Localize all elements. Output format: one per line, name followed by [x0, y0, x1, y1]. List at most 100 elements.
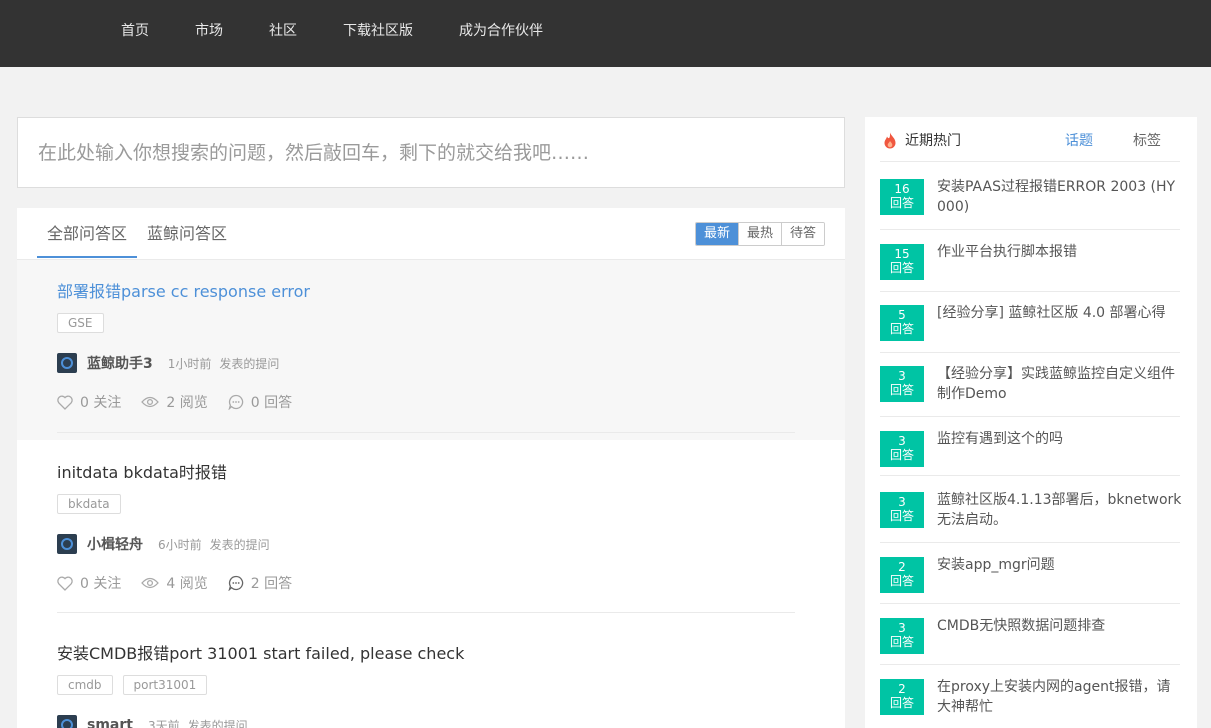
- hot-topics-label: 近期热门: [905, 133, 961, 149]
- avatar[interactable]: [57, 353, 77, 373]
- follow-count: 0 关注: [80, 395, 122, 411]
- nav-item-home[interactable]: 首页: [98, 0, 172, 62]
- heart-icon: [57, 576, 73, 591]
- question-tag[interactable]: port31001: [122, 675, 208, 695]
- tab-bluking-questions[interactable]: 蓝鲸问答区: [137, 208, 237, 260]
- view-count: 4 阅览: [166, 576, 208, 592]
- question-divider: [57, 612, 795, 613]
- hot-topic-link[interactable]: 监控有遇到这个的吗: [937, 429, 1182, 449]
- view-stat[interactable]: 4 阅览: [141, 573, 208, 593]
- view-stat[interactable]: 2 阅览: [141, 392, 208, 412]
- hot-topic-link[interactable]: [经验分享] 蓝鲸社区版 4.0 部署心得: [937, 303, 1182, 323]
- question-divider: [57, 432, 795, 433]
- badge-label: 回答: [889, 261, 914, 275]
- tab-tags[interactable]: 标签: [1133, 130, 1161, 150]
- hot-topics-title: 近期热门: [883, 130, 961, 150]
- badge-count: 15: [894, 247, 910, 261]
- badge-label: 回答: [889, 448, 914, 462]
- answer-count-badge[interactable]: 15 回答: [880, 244, 924, 280]
- search-box: [17, 117, 845, 188]
- question-item: 部署报错parse cc response error GSE 蓝鲸助手3 1小…: [17, 260, 845, 440]
- question-title[interactable]: 安装CMDB报错port 31001 start failed, please …: [57, 640, 464, 664]
- fire-icon: [884, 132, 896, 148]
- post-action: 发表的提问: [209, 537, 270, 552]
- tab-all-questions[interactable]: 全部问答区: [37, 208, 138, 258]
- hot-topics-panel: 近期热门 话题 标签 16 回答 安装PAAS过程报错ERROR 2003 (HY…: [865, 117, 1197, 728]
- question-stats: 0 关注 4 阅览 2 回答: [57, 573, 312, 593]
- sort-hottest-button[interactable]: 最热: [737, 223, 781, 245]
- heart-icon: [57, 395, 73, 410]
- tab-topics[interactable]: 话题: [1065, 130, 1093, 150]
- nav-item-community[interactable]: 社区: [246, 0, 320, 62]
- hot-topic-link[interactable]: CMDB无快照数据问题排查: [937, 616, 1182, 636]
- answer-count-badge[interactable]: 3 回答: [880, 618, 924, 654]
- nav-item-partner[interactable]: 成为合作伙伴: [436, 0, 566, 62]
- badge-label: 回答: [889, 383, 914, 397]
- answer-stat[interactable]: 2 回答: [228, 573, 292, 593]
- category-tabs: 全部问答区 蓝鲸问答区: [37, 208, 237, 260]
- sort-button-group: 最新 最热 待答: [694, 222, 825, 246]
- question-tag[interactable]: bkdata: [57, 494, 121, 514]
- post-time: 6小时前: [158, 537, 202, 552]
- answer-count-badge[interactable]: 3 回答: [880, 431, 924, 467]
- badge-count: 3: [898, 434, 906, 448]
- follow-stat[interactable]: 0 关注: [57, 573, 121, 593]
- answer-count-badge[interactable]: 2 回答: [880, 679, 924, 715]
- hot-topics-header: 近期热门 话题 标签: [880, 117, 1180, 162]
- top-navbar: 首页 市场 社区 下载社区版 成为合作伙伴: [0, 0, 1211, 67]
- answer-count-badge[interactable]: 3 回答: [880, 366, 924, 402]
- hot-topic-link[interactable]: 蓝鲸社区版4.1.13部署后，bknetwork无法启动。: [937, 490, 1182, 530]
- badge-count: 2: [898, 560, 906, 574]
- answer-count-badge[interactable]: 3 回答: [880, 492, 924, 528]
- question-tag[interactable]: cmdb: [57, 675, 113, 695]
- answer-stat[interactable]: 0 回答: [228, 392, 292, 412]
- badge-label: 回答: [889, 574, 914, 588]
- badge-label: 回答: [889, 509, 914, 523]
- follow-stat[interactable]: 0 关注: [57, 392, 121, 412]
- question-panel: 全部问答区 蓝鲸问答区 最新 最热 待答 部署报错parse cc respon…: [17, 208, 845, 728]
- sort-unanswered-button[interactable]: 待答: [780, 223, 824, 245]
- answer-count-badge[interactable]: 16 回答: [880, 179, 924, 215]
- avatar[interactable]: [57, 534, 77, 554]
- post-action: 发表的提问: [219, 356, 280, 371]
- hot-topic-item: 3 回答 蓝鲸社区版4.1.13部署后，bknetwork无法启动。: [880, 490, 1182, 543]
- question-tags: bkdata: [57, 494, 131, 514]
- author-name[interactable]: 蓝鲸助手3: [87, 353, 153, 373]
- post-time: 1小时前: [167, 356, 212, 371]
- question-title[interactable]: initdata bkdata时报错: [57, 459, 227, 483]
- post-time: 3天前: [147, 718, 180, 728]
- question-item: initdata bkdata时报错 bkdata 小楫轻舟 6小时前 发表的提…: [17, 441, 845, 622]
- badge-label: 回答: [889, 635, 914, 649]
- hot-topic-link[interactable]: 【经验分享】实践蓝鲸监控自定义组件制作Demo: [937, 364, 1182, 404]
- badge-count: 3: [898, 495, 906, 509]
- question-title[interactable]: 部署报错parse cc response error: [57, 278, 310, 302]
- hot-topic-item: 2 回答 在proxy上安装内网的agent报错，请大神帮忙: [880, 679, 1180, 728]
- question-meta: smart 3天前 发表的提问: [57, 715, 248, 728]
- badge-count: 5: [898, 308, 906, 322]
- hot-topic-item: 16 回答 安装PAAS过程报错ERROR 2003 (HY000): [880, 179, 1180, 230]
- hot-topic-item: 3 回答 【经验分享】实践蓝鲸监控自定义组件制作Demo: [880, 366, 1180, 417]
- hot-topic-item: 2 回答 安装app_mgr问题: [880, 557, 1180, 604]
- question-stats: 0 关注 2 阅览 0 回答: [57, 392, 312, 412]
- badge-count: 3: [898, 369, 906, 383]
- comment-icon: [228, 394, 243, 410]
- main-nav: 首页 市场 社区 下载社区版 成为合作伙伴: [98, 0, 566, 62]
- nav-item-market[interactable]: 市场: [172, 0, 246, 62]
- author-name[interactable]: smart: [87, 717, 133, 728]
- hot-topic-link[interactable]: 安装PAAS过程报错ERROR 2003 (HY000): [937, 177, 1182, 217]
- answer-count: 2 回答: [250, 576, 293, 592]
- hot-topic-link[interactable]: 在proxy上安装内网的agent报错，请大神帮忙: [937, 677, 1182, 717]
- nav-item-download[interactable]: 下载社区版: [320, 0, 436, 62]
- author-name[interactable]: 小楫轻舟: [87, 534, 143, 554]
- avatar[interactable]: [57, 715, 77, 728]
- answer-count-badge[interactable]: 5 回答: [880, 305, 924, 341]
- hot-topic-link[interactable]: 作业平台执行脚本报错: [937, 242, 1182, 262]
- question-item: 安装CMDB报错port 31001 start failed, please …: [17, 622, 845, 728]
- hot-topic-link[interactable]: 安装app_mgr问题: [937, 555, 1182, 575]
- hot-topic-item: 5 回答 [经验分享] 蓝鲸社区版 4.0 部署心得: [880, 305, 1180, 353]
- search-input[interactable]: [18, 118, 844, 187]
- sort-latest-button[interactable]: 最新: [695, 223, 738, 245]
- hot-topic-item: 3 回答 CMDB无快照数据问题排查: [880, 618, 1180, 665]
- question-tag[interactable]: GSE: [57, 313, 104, 333]
- answer-count-badge[interactable]: 2 回答: [880, 557, 924, 593]
